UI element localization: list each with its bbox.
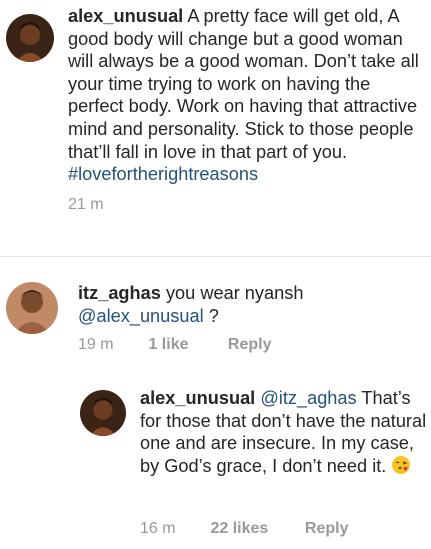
caption-comment: alex_unusual A pretty face will get old,… [0,0,431,230]
comment-username[interactable]: itz_aghas [78,283,161,303]
comment-body: you wear nyansh [165,283,304,303]
avatar[interactable] [80,390,126,436]
avatar[interactable] [6,282,58,334]
comment-body-end: ? [203,305,219,326]
caption-timestamp: 21 m [68,196,104,213]
avatar[interactable] [6,14,54,62]
reply-button[interactable]: Reply [305,520,349,538]
caption-hashtag[interactable]: #lovefortherightreasons [68,164,258,184]
reply-timestamp: 16 m [140,520,176,537]
caption-username[interactable]: alex_unusual [68,6,183,26]
reply-item: alex_unusual @itz_aghas That’s for those… [0,380,431,549]
comment-meta: 19 m 1 like Reply [78,336,271,354]
comment-mention[interactable]: @alex_unusual [78,306,204,326]
caption-body: A pretty face will get old, A good body … [68,6,419,162]
reply-text: alex_unusual @itz_aghas That’s for those… [140,387,430,480]
user-photo-icon [80,390,126,436]
reply-meta: 16 m 22 likes Reply [140,520,348,538]
comment-likes[interactable]: 1 like [148,336,223,354]
caption-meta: 21 m [68,196,104,214]
reply-button[interactable]: Reply [228,336,272,354]
reply-likes[interactable]: 22 likes [210,520,300,538]
user-photo-icon [6,14,54,62]
reply-username[interactable]: alex_unusual [140,388,255,408]
user-photo-icon [6,282,58,334]
comment-item: itz_aghas you wear nyansh @alex_unusual … [0,257,431,367]
comment-timestamp: 19 m [78,336,114,353]
reply-mention[interactable]: @itz_aghas [260,388,356,408]
face-blowing-kiss-emoji [391,455,411,481]
comment-text: itz_aghas you wear nyansh @alex_unusual … [78,282,418,327]
caption-text: alex_unusual A pretty face will get old,… [68,5,430,186]
